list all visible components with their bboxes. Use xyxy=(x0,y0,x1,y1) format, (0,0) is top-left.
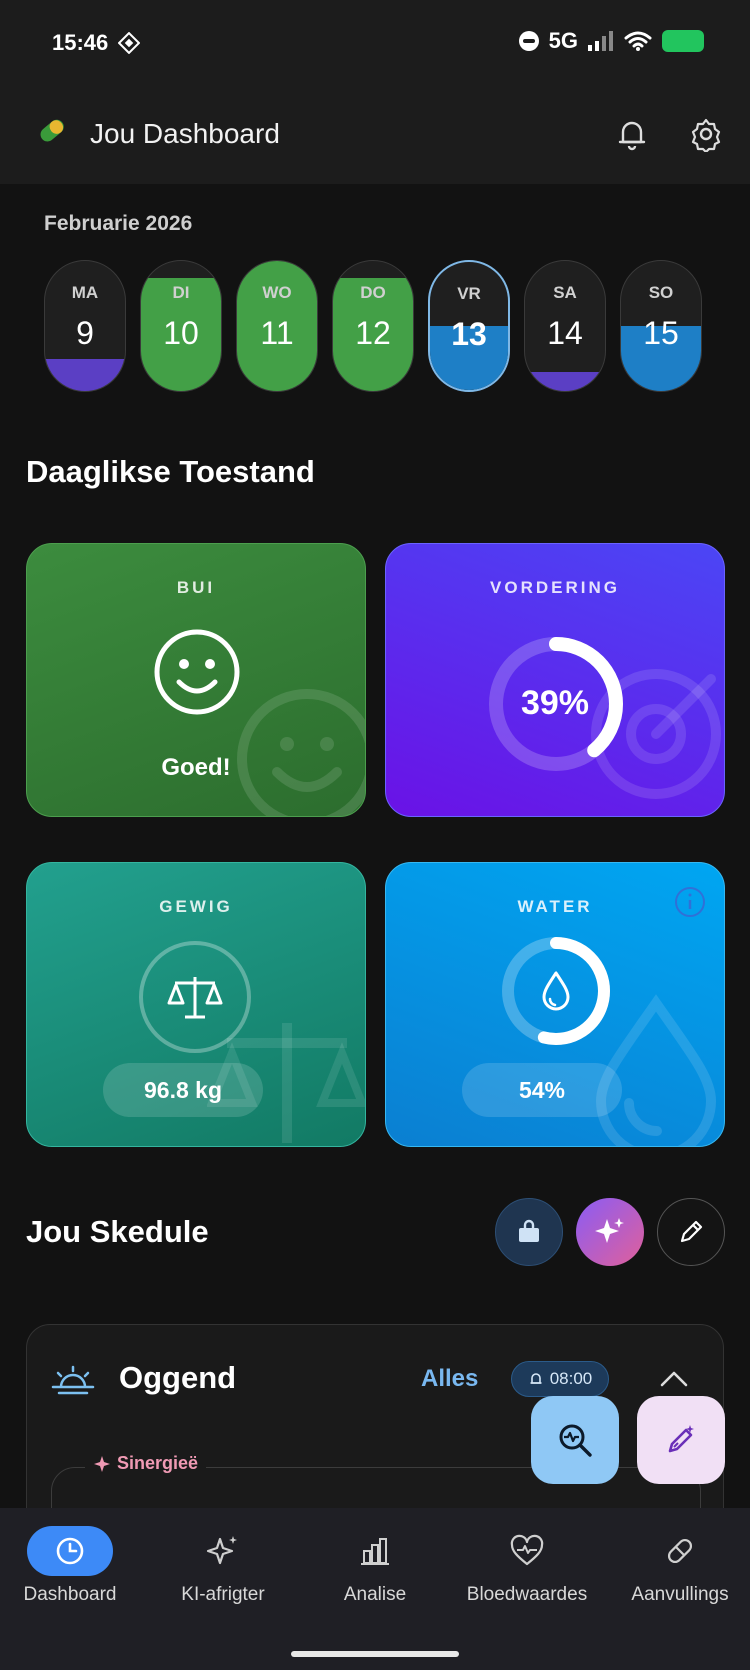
water-ring xyxy=(502,937,610,1045)
analyze-fab[interactable] xyxy=(531,1396,619,1484)
magic-pen-icon xyxy=(668,1425,694,1453)
day-vr[interactable]: VR 13 xyxy=(428,260,510,392)
water-card[interactable]: WATER 54% xyxy=(385,862,725,1147)
day-so[interactable]: SO 15 xyxy=(620,260,702,392)
day-wo[interactable]: WO 11 xyxy=(236,260,318,392)
progress-label: VORDERING xyxy=(490,578,620,597)
nav-label: Aanvullings xyxy=(631,1584,729,1605)
day-name: SO xyxy=(648,283,674,302)
reminder-time-chip[interactable]: 08:00 xyxy=(511,1361,609,1397)
bar-chart-icon xyxy=(332,1526,418,1576)
day-sa[interactable]: SA 14 xyxy=(524,260,606,392)
weight-card[interactable]: GEWIG 96.8 kg xyxy=(26,862,366,1147)
day-date: 12 xyxy=(355,315,391,351)
nav-item-supplements[interactable]: Aanvullings xyxy=(605,1526,750,1606)
settings-gear-icon[interactable] xyxy=(688,116,724,152)
day-date: 13 xyxy=(451,316,487,352)
pencil-icon xyxy=(680,1220,703,1243)
battery-icon xyxy=(662,30,704,52)
synergies-label: Sinergieë xyxy=(85,1453,207,1474)
bottom-navigation: Dashboard KI-afrigter Analise Bloedwaard… xyxy=(0,1508,750,1670)
edit-schedule-button[interactable] xyxy=(657,1198,725,1266)
sparkle-small-icon xyxy=(94,1455,110,1472)
search-pulse-icon xyxy=(559,1424,592,1457)
mood-card[interactable]: BUI Goed! xyxy=(26,543,366,817)
progress-value: 39% xyxy=(520,684,590,722)
diamond-icon xyxy=(118,32,140,54)
day-name: VR xyxy=(457,284,481,303)
weight-label: GEWIG xyxy=(159,897,233,916)
day-fill xyxy=(525,371,605,391)
status-bar: 15:46 5G xyxy=(0,0,750,88)
sparkle-icon xyxy=(595,1218,624,1243)
clock-icon xyxy=(27,1526,113,1576)
home-indicator[interactable] xyxy=(291,1651,459,1657)
day-date: 10 xyxy=(163,315,199,351)
month-label: Februarie 2026 xyxy=(44,212,193,235)
day-di[interactable]: DI 10 xyxy=(140,260,222,392)
nav-label: Dashboard xyxy=(23,1584,117,1605)
info-icon[interactable] xyxy=(673,885,707,919)
shop-button[interactable] xyxy=(495,1198,563,1266)
select-all-link[interactable]: Alles xyxy=(421,1365,478,1393)
log-fab[interactable] xyxy=(637,1396,725,1484)
shopping-bag-icon xyxy=(519,1219,539,1242)
scale-icon xyxy=(139,941,251,1053)
page-title: Jou Dashboard xyxy=(90,118,280,149)
weight-value: 96.8 kg xyxy=(103,1063,263,1117)
smiley-icon xyxy=(154,629,240,715)
day-date: 9 xyxy=(76,315,94,351)
sparkles-icon xyxy=(180,1526,266,1576)
nav-item-dashboard[interactable]: Dashboard xyxy=(0,1526,145,1606)
mood-label: BUI xyxy=(176,578,216,597)
day-ma[interactable]: MA 9 xyxy=(44,260,126,392)
day-name: DI xyxy=(172,283,190,302)
day-name: MA xyxy=(71,283,99,302)
mood-value: Goed! xyxy=(161,754,231,781)
day-date: 15 xyxy=(643,315,679,351)
nav-label: Bloedwaardes xyxy=(466,1584,588,1605)
nav-label: KI-afrigter xyxy=(181,1584,265,1605)
nav-item-blood-values[interactable]: Bloedwaardes xyxy=(452,1526,602,1606)
day-strip: MA 9 DI 10 WO 11 DO 12 VR 13 SA 14 SO 15 xyxy=(44,260,702,392)
status-time: 15:46 xyxy=(52,30,109,55)
synergies-text: Sinergieë xyxy=(117,1453,199,1473)
app-logo-icon xyxy=(40,119,64,142)
day-do[interactable]: DO 12 xyxy=(332,260,414,392)
nav-item-ai-coach[interactable]: KI-afrigter xyxy=(148,1526,298,1606)
chevron-up-icon[interactable] xyxy=(659,1369,689,1389)
day-name: DO xyxy=(360,283,386,302)
morning-title: Oggend xyxy=(119,1360,237,1395)
daily-state-title: Daaglikse Toestand xyxy=(26,454,315,489)
bell-icon[interactable] xyxy=(614,116,650,152)
day-name: WO xyxy=(262,283,292,302)
reminder-time: 08:00 xyxy=(549,1369,593,1388)
signal-icon xyxy=(588,31,613,51)
wifi-icon xyxy=(624,31,652,51)
day-date: 11 xyxy=(260,315,294,351)
schedule-title: Jou Skedule xyxy=(26,1214,209,1249)
smiley-watermark-icon xyxy=(237,689,365,816)
app-header: Jou Dashboard xyxy=(0,88,750,184)
water-value: 54% xyxy=(462,1063,622,1117)
nav-item-analysis[interactable]: Analise xyxy=(300,1526,450,1606)
do-not-disturb-icon xyxy=(518,31,539,51)
heart-pulse-icon xyxy=(484,1526,570,1576)
day-date: 14 xyxy=(547,315,583,351)
day-name: SA xyxy=(553,283,577,302)
progress-card[interactable]: VORDERING 39% xyxy=(385,543,725,817)
day-fill xyxy=(45,358,125,391)
bell-small-icon xyxy=(530,1373,542,1384)
network-type: 5G xyxy=(548,28,578,53)
ai-suggest-button[interactable] xyxy=(576,1198,644,1266)
pill-icon xyxy=(637,1526,723,1576)
sunrise-icon xyxy=(51,1365,95,1395)
nav-label: Analise xyxy=(343,1584,407,1605)
